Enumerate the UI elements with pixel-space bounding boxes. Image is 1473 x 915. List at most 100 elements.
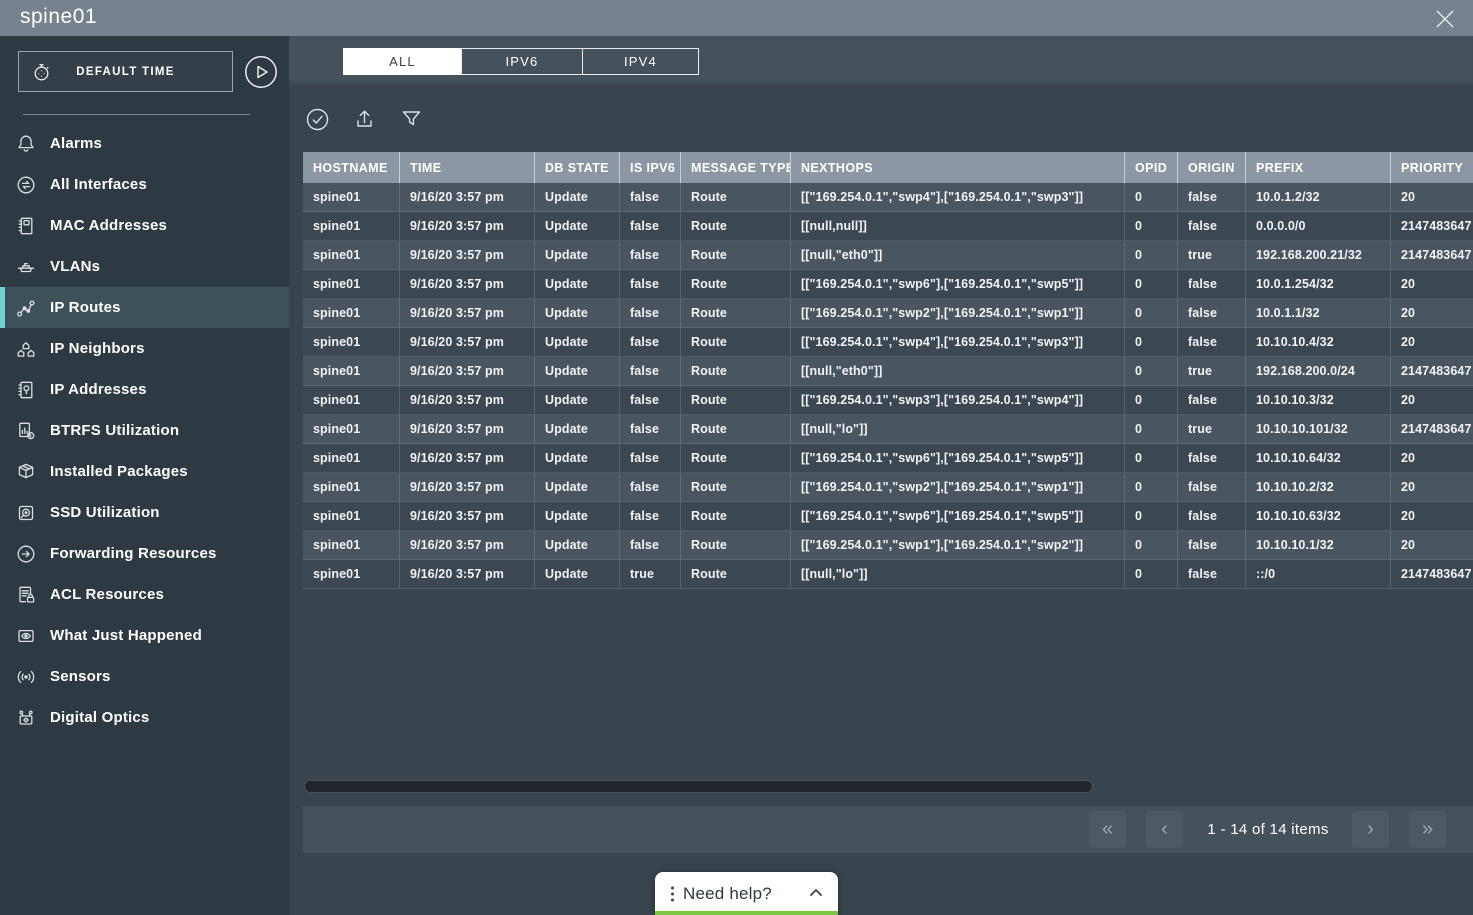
cell-time: 9/16/20 3:57 pm bbox=[399, 357, 534, 386]
scrollbar-thumb[interactable] bbox=[304, 780, 1093, 793]
tab-ipv6[interactable]: IPV6 bbox=[461, 48, 583, 75]
column-header-priority[interactable]: PRIORITY bbox=[1390, 152, 1473, 183]
time-range-selector[interactable]: DEFAULT TIME bbox=[18, 51, 233, 92]
need-help-button[interactable]: Need help? bbox=[655, 872, 838, 915]
cell-opid: 0 bbox=[1124, 357, 1177, 386]
sidebar-item-digital-optics[interactable]: Digital Optics bbox=[0, 697, 289, 738]
sidebar-item-label: Installed Packages bbox=[50, 463, 188, 480]
sidebar-item-label: All Interfaces bbox=[50, 176, 147, 193]
table-row[interactable]: spine019/16/20 3:57 pmUpdatetrueRoute[[n… bbox=[303, 560, 1473, 589]
table-row[interactable]: spine019/16/20 3:57 pmUpdatefalseRoute[[… bbox=[303, 415, 1473, 444]
cell-db-state: Update bbox=[534, 241, 619, 270]
next-page-button[interactable]: › bbox=[1352, 811, 1389, 848]
sidebar-item-ssd-utilization[interactable]: SSD Utilization bbox=[0, 492, 289, 533]
column-header-db-state[interactable]: DB STATE bbox=[534, 152, 619, 183]
cell-opid: 0 bbox=[1124, 560, 1177, 589]
table-row[interactable]: spine019/16/20 3:57 pmUpdatefalseRoute[[… bbox=[303, 328, 1473, 357]
cell-is-ipv6: false bbox=[619, 357, 680, 386]
cell-opid: 0 bbox=[1124, 212, 1177, 241]
table-row[interactable]: spine019/16/20 3:57 pmUpdatefalseRoute[[… bbox=[303, 386, 1473, 415]
table-row[interactable]: spine019/16/20 3:57 pmUpdatefalseRoute[[… bbox=[303, 212, 1473, 241]
column-header-is-ipv6[interactable]: IS IPV6 bbox=[619, 152, 680, 183]
cell-prefix: 10.10.10.101/32 bbox=[1245, 415, 1390, 444]
cell-hostname: spine01 bbox=[303, 415, 399, 444]
cell-db-state: Update bbox=[534, 328, 619, 357]
cell-prefix: 10.10.10.64/32 bbox=[1245, 444, 1390, 473]
sidebar-item-vlans[interactable]: VLANs bbox=[0, 246, 289, 287]
column-header-message-type[interactable]: MESSAGE TYPE bbox=[680, 152, 790, 183]
cell-nexthops: [[null,"lo"]] bbox=[790, 560, 1124, 589]
prev-page-button[interactable]: ‹ bbox=[1146, 811, 1183, 848]
first-page-button[interactable]: « bbox=[1089, 811, 1126, 848]
cell-opid: 0 bbox=[1124, 502, 1177, 531]
column-header-hostname[interactable]: HOSTNAME bbox=[303, 152, 399, 183]
cell-db-state: Update bbox=[534, 560, 619, 589]
sidebar: DEFAULT TIME Alarms All Interfaces MAC A… bbox=[0, 36, 289, 915]
sidebar-item-forwarding-resources[interactable]: Forwarding Resources bbox=[0, 533, 289, 574]
signal-waves-icon bbox=[14, 666, 38, 688]
table-header-row: HOSTNAMETIMEDB STATEIS IPV6MESSAGE TYPEN… bbox=[303, 152, 1473, 183]
table-row[interactable]: spine019/16/20 3:57 pmUpdatefalseRoute[[… bbox=[303, 241, 1473, 270]
last-page-button[interactable]: » bbox=[1409, 811, 1446, 848]
sidebar-item-ip-addresses[interactable]: IP Addresses bbox=[0, 369, 289, 410]
sidebar-divider bbox=[23, 114, 250, 115]
play-button[interactable] bbox=[244, 55, 278, 89]
cell-message-type: Route bbox=[680, 444, 790, 473]
cell-opid: 0 bbox=[1124, 473, 1177, 502]
filter-button[interactable] bbox=[397, 104, 425, 134]
horizontal-scrollbar[interactable] bbox=[303, 779, 1465, 794]
tab-ipv4[interactable]: IPV4 bbox=[582, 48, 699, 75]
column-header-prefix[interactable]: PREFIX bbox=[1245, 152, 1390, 183]
select-all-button[interactable] bbox=[303, 104, 331, 134]
export-button[interactable] bbox=[350, 104, 378, 134]
sidebar-item-label: MAC Addresses bbox=[50, 217, 167, 234]
cell-origin: true bbox=[1177, 241, 1245, 270]
cell-time: 9/16/20 3:57 pm bbox=[399, 241, 534, 270]
cell-prefix: 192.168.200.21/32 bbox=[1245, 241, 1390, 270]
table-row[interactable]: spine019/16/20 3:57 pmUpdatefalseRoute[[… bbox=[303, 183, 1473, 212]
cell-is-ipv6: false bbox=[619, 531, 680, 560]
sidebar-item-alarms[interactable]: Alarms bbox=[0, 123, 289, 164]
sidebar-item-label: SSD Utilization bbox=[50, 504, 160, 521]
chevron-right-icon: › bbox=[1367, 818, 1374, 841]
cell-priority: 2147483647 bbox=[1390, 212, 1473, 241]
cell-message-type: Route bbox=[680, 183, 790, 212]
cell-message-type: Route bbox=[680, 386, 790, 415]
cell-is-ipv6: false bbox=[619, 502, 680, 531]
table-row[interactable]: spine019/16/20 3:57 pmUpdatefalseRoute[[… bbox=[303, 357, 1473, 386]
cell-hostname: spine01 bbox=[303, 502, 399, 531]
tab-strip: ALLIPV6IPV4 bbox=[289, 36, 1473, 88]
table-row[interactable]: spine019/16/20 3:57 pmUpdatefalseRoute[[… bbox=[303, 502, 1473, 531]
cell-message-type: Route bbox=[680, 328, 790, 357]
sidebar-item-label: Sensors bbox=[50, 668, 111, 685]
sidebar-item-btrfs-utilization[interactable]: BTRFS Utilization bbox=[0, 410, 289, 451]
sidebar-item-all-interfaces[interactable]: All Interfaces bbox=[0, 164, 289, 205]
cell-is-ipv6: false bbox=[619, 328, 680, 357]
cell-hostname: spine01 bbox=[303, 183, 399, 212]
table-row[interactable]: spine019/16/20 3:57 pmUpdatefalseRoute[[… bbox=[303, 444, 1473, 473]
tab-all[interactable]: ALL bbox=[343, 48, 462, 75]
table-row[interactable]: spine019/16/20 3:57 pmUpdatefalseRoute[[… bbox=[303, 531, 1473, 560]
close-button[interactable] bbox=[1431, 5, 1459, 33]
column-header-nexthops[interactable]: NEXTHOPS bbox=[790, 152, 1124, 183]
sidebar-item-what-just-happened[interactable]: What Just Happened bbox=[0, 615, 289, 656]
cell-is-ipv6: false bbox=[619, 386, 680, 415]
cell-message-type: Route bbox=[680, 299, 790, 328]
sidebar-item-mac-addresses[interactable]: MAC Addresses bbox=[0, 205, 289, 246]
cell-origin: true bbox=[1177, 357, 1245, 386]
table-row[interactable]: spine019/16/20 3:57 pmUpdatefalseRoute[[… bbox=[303, 473, 1473, 502]
cell-db-state: Update bbox=[534, 415, 619, 444]
table-row[interactable]: spine019/16/20 3:57 pmUpdatefalseRoute[[… bbox=[303, 299, 1473, 328]
pagination-status: 1 - 14 of 14 items bbox=[1173, 806, 1363, 853]
sidebar-item-ip-neighbors[interactable]: IP Neighbors bbox=[0, 328, 289, 369]
column-header-time[interactable]: TIME bbox=[399, 152, 534, 183]
sidebar-item-ip-routes[interactable]: IP Routes bbox=[0, 287, 289, 328]
sidebar-item-installed-packages[interactable]: Installed Packages bbox=[0, 451, 289, 492]
cell-nexthops: [[null,"eth0"]] bbox=[790, 241, 1124, 270]
cell-origin: false bbox=[1177, 270, 1245, 299]
column-header-opid[interactable]: OPID bbox=[1124, 152, 1177, 183]
column-header-origin[interactable]: ORIGIN bbox=[1177, 152, 1245, 183]
table-row[interactable]: spine019/16/20 3:57 pmUpdatefalseRoute[[… bbox=[303, 270, 1473, 299]
sidebar-item-sensors[interactable]: Sensors bbox=[0, 656, 289, 697]
sidebar-item-acl-resources[interactable]: ACL Resources bbox=[0, 574, 289, 615]
